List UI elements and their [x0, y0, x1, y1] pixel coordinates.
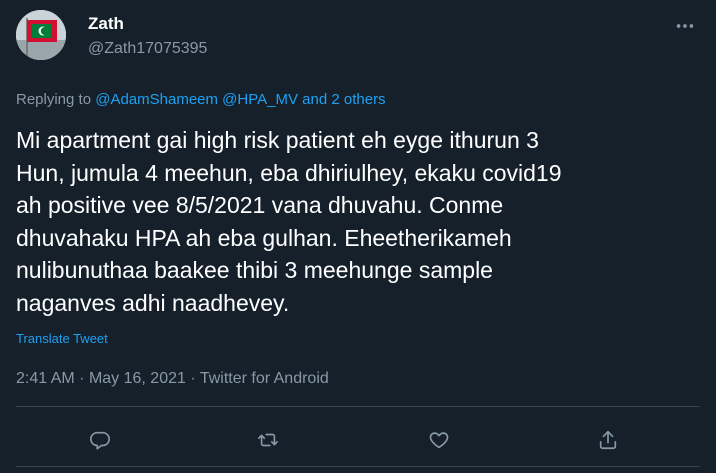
like-button[interactable]: [421, 422, 457, 458]
mention-hpa-mv[interactable]: @HPA_MV: [222, 91, 298, 108]
share-icon: [599, 430, 617, 450]
mention-adamshameem[interactable]: @AdamShameem: [95, 91, 218, 108]
tweet-date[interactable]: May 16, 2021: [89, 370, 186, 387]
more-options-icon[interactable]: [674, 15, 696, 37]
action-bar: [0, 422, 716, 458]
tweet-card: Zath @Zath17075395 Replying to @AdamSham…: [0, 0, 716, 473]
replying-to: Replying to @AdamShameem @HPA_MV and 2 o…: [16, 91, 386, 108]
others-link[interactable]: 2 others: [331, 91, 385, 108]
share-button[interactable]: [590, 422, 626, 458]
tweet-source[interactable]: Twitter for Android: [200, 370, 329, 387]
translate-tweet-link[interactable]: Translate Tweet: [16, 331, 108, 346]
and-text[interactable]: and: [302, 91, 327, 108]
avatar[interactable]: [16, 10, 66, 60]
tweet-metadata: 2:41 AM · May 16, 2021 · Twitter for And…: [16, 370, 329, 388]
tweet-text: Mi apartment gai high risk patient eh ey…: [16, 127, 562, 316]
reply-icon: [90, 431, 110, 450]
tweet-time[interactable]: 2:41 AM: [16, 370, 75, 387]
meta-separator: ·: [190, 370, 196, 387]
maldives-flag-icon: [16, 10, 66, 60]
divider: [16, 406, 700, 407]
user-handle[interactable]: @Zath17075395: [88, 40, 207, 58]
divider: [16, 466, 700, 467]
replying-prefix: Replying to: [16, 91, 92, 108]
reply-button[interactable]: [82, 422, 118, 458]
retweet-button[interactable]: [250, 422, 286, 458]
retweet-icon: [258, 433, 278, 447]
like-icon: [429, 432, 449, 449]
display-name[interactable]: Zath: [88, 14, 124, 34]
meta-separator: ·: [79, 370, 85, 387]
